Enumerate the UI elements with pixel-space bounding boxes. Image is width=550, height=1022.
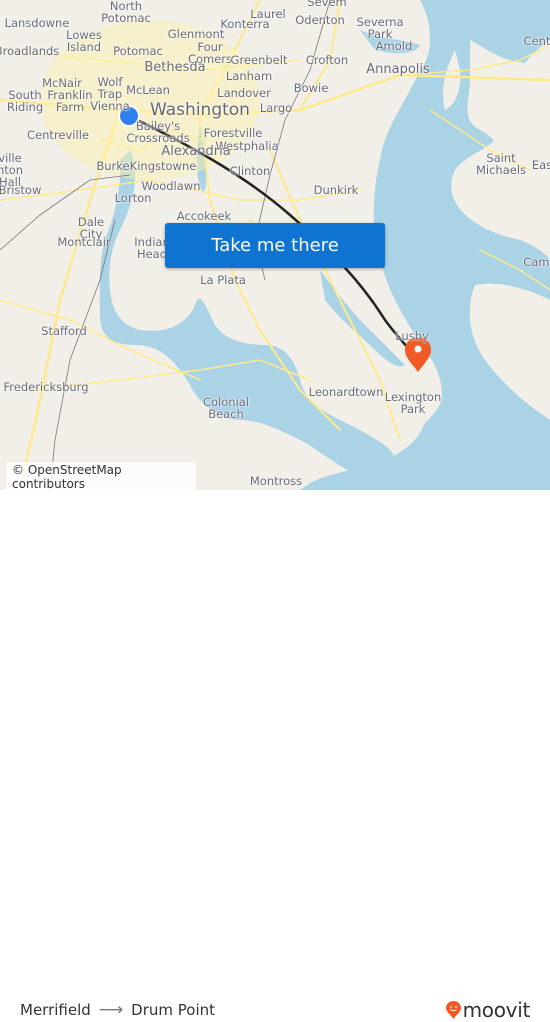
map-attribution[interactable]: © OpenStreetMap contributors xyxy=(6,462,196,490)
place-label: Glenmont xyxy=(168,28,225,40)
moovit-logo[interactable]: moovit xyxy=(446,998,530,1022)
place-label: Montclair xyxy=(57,236,110,248)
place-label: Lorton xyxy=(115,192,152,204)
place-label: Bristow xyxy=(0,184,41,196)
place-label: Bailey'sCrossroads xyxy=(126,120,189,144)
place-label: Stafford xyxy=(41,325,87,337)
place-label: Montross xyxy=(250,475,302,487)
arrow-right-icon: ⟶ xyxy=(99,1000,123,1020)
footer-bar: Merrifield ⟶ Drum Point moovit xyxy=(0,490,550,550)
place-label: Fredericksburg xyxy=(3,381,88,393)
place-label: Vienna xyxy=(90,100,130,112)
place-label: Forestville xyxy=(204,127,263,139)
place-label: WolfTrap xyxy=(98,76,123,100)
map-view[interactable]: SevemNorthPotomacLaurelLansdowneKonterra… xyxy=(0,0,550,490)
place-label: Lanham xyxy=(226,70,272,82)
place-label: SevernaPark xyxy=(356,16,403,40)
place-label: Bowie xyxy=(294,82,329,94)
place-label: SouthRiding xyxy=(7,89,43,113)
moovit-pin-icon xyxy=(446,1001,461,1019)
place-label: NorthPotomac xyxy=(101,0,151,24)
place-label: Potomac xyxy=(113,45,163,57)
place-label: FranklinFarm xyxy=(47,89,92,113)
place-label: Landover xyxy=(217,87,271,99)
place-label: Centreville xyxy=(27,129,89,141)
place-label: ColonialBeach xyxy=(203,396,249,420)
place-label: Leonardtown xyxy=(309,386,384,398)
brand-name: moovit xyxy=(463,998,530,1022)
place-label: Crofton xyxy=(306,54,348,66)
place-label: Annapolis xyxy=(366,63,430,77)
place-label: SaintMichaels xyxy=(476,152,526,176)
place-label: Greenbelt xyxy=(231,54,288,66)
place-label: La Plata xyxy=(200,274,246,286)
place-label: Kingstowne xyxy=(130,160,197,172)
route-summary: Merrifield ⟶ Drum Point xyxy=(20,1000,215,1020)
place-label: Burke xyxy=(96,160,129,172)
destination-name: Drum Point xyxy=(131,1001,215,1019)
origin-name: Merrifield xyxy=(20,1001,91,1019)
place-label: Konterra xyxy=(220,18,269,30)
place-label: Accokeek xyxy=(177,210,231,222)
place-label: LexingtonPark xyxy=(385,391,442,415)
place-label: Bethesda xyxy=(144,61,205,75)
place-label: Alexandria xyxy=(161,145,230,159)
place-label: Cent xyxy=(524,35,550,47)
place-label: Clinton xyxy=(230,165,271,177)
place-label: Dunkirk xyxy=(314,184,359,196)
place-label: Lansdowne xyxy=(5,17,70,29)
place-label: Lusby xyxy=(395,330,429,342)
place-label: Sevem xyxy=(307,0,346,8)
place-label: Camb xyxy=(523,256,550,268)
place-label: McLean xyxy=(126,84,170,96)
place-label: LowesIsland xyxy=(66,29,102,53)
place-label: Eas xyxy=(532,159,550,171)
place-label: Washington xyxy=(150,101,250,119)
place-label: Amold xyxy=(376,40,413,52)
place-label: Largo xyxy=(260,102,292,114)
place-label: Broadlands xyxy=(0,45,59,57)
take-me-there-button[interactable]: Take me there xyxy=(165,223,385,268)
place-label: Odenton xyxy=(295,14,345,26)
